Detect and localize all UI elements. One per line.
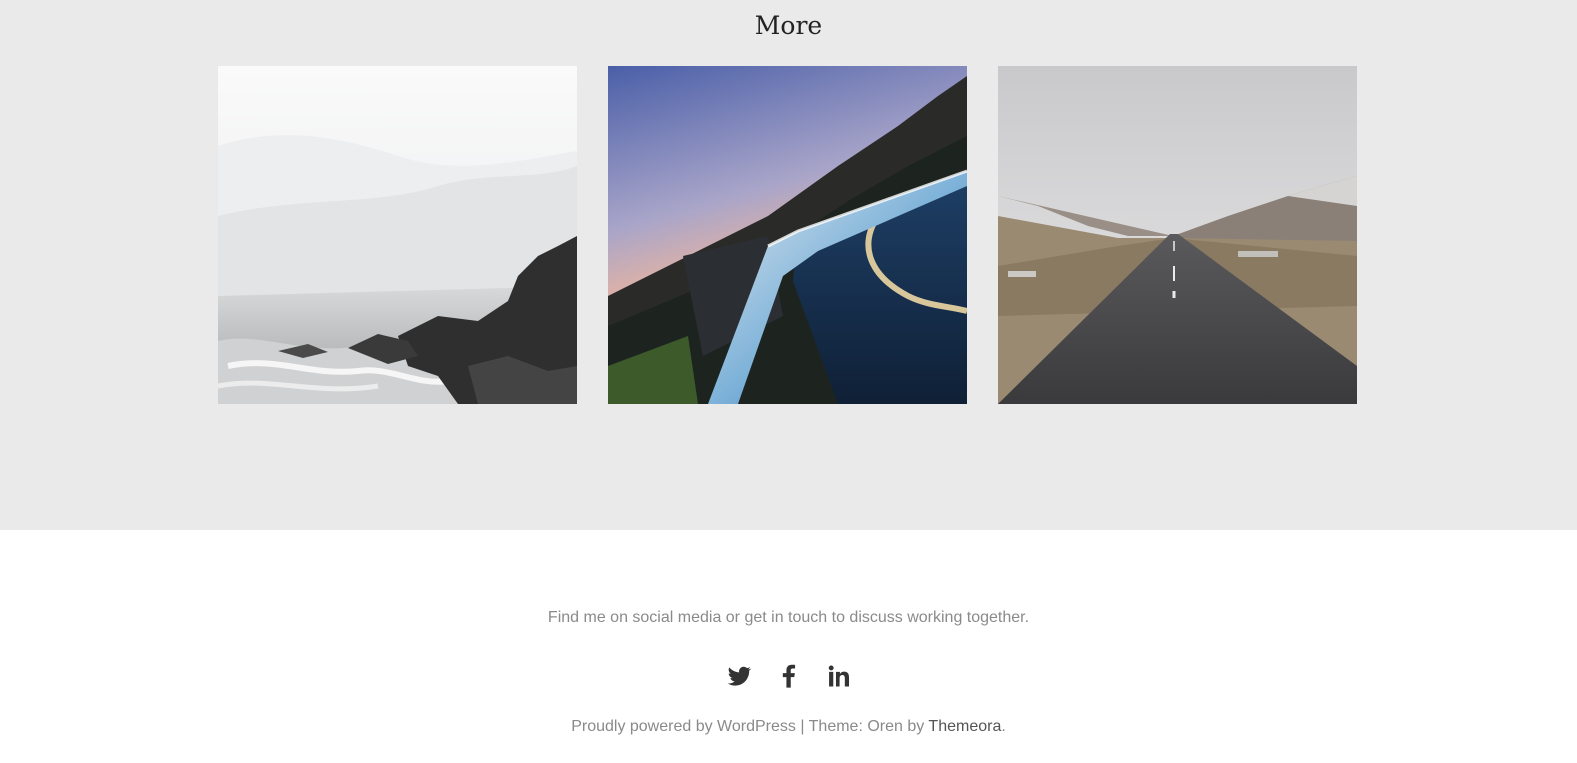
credits-separator: | (795, 718, 809, 735)
coast-image (218, 66, 577, 404)
twitter-icon (726, 666, 751, 686)
more-section: More (0, 0, 1577, 530)
facebook-icon (782, 664, 795, 688)
post-thumbnail-road[interactable] (998, 66, 1357, 404)
post-thumbnail-coast[interactable] (218, 66, 577, 404)
linkedin-icon (828, 665, 849, 687)
twitter-link[interactable] (725, 662, 753, 690)
guardrail-image (608, 66, 967, 404)
facebook-link[interactable] (775, 662, 803, 690)
more-title: More (754, 11, 823, 40)
credits-period: . (1001, 718, 1006, 735)
social-links (0, 662, 1577, 692)
site-credits: Proudly powered by WordPress | Theme: Or… (0, 718, 1577, 736)
post-thumbnail-guardrail[interactable] (608, 66, 967, 404)
linkedin-link[interactable] (825, 662, 853, 690)
road-image (998, 66, 1357, 404)
theme-text: Theme: Oren by (808, 718, 929, 735)
site-footer: Find me on social media or get in touch … (0, 530, 1577, 763)
theme-author-link[interactable]: Themeora (928, 718, 1001, 735)
footer-tagline: Find me on social media or get in touch … (547, 609, 1030, 626)
wordpress-link[interactable]: Proudly powered by WordPress (571, 718, 796, 735)
